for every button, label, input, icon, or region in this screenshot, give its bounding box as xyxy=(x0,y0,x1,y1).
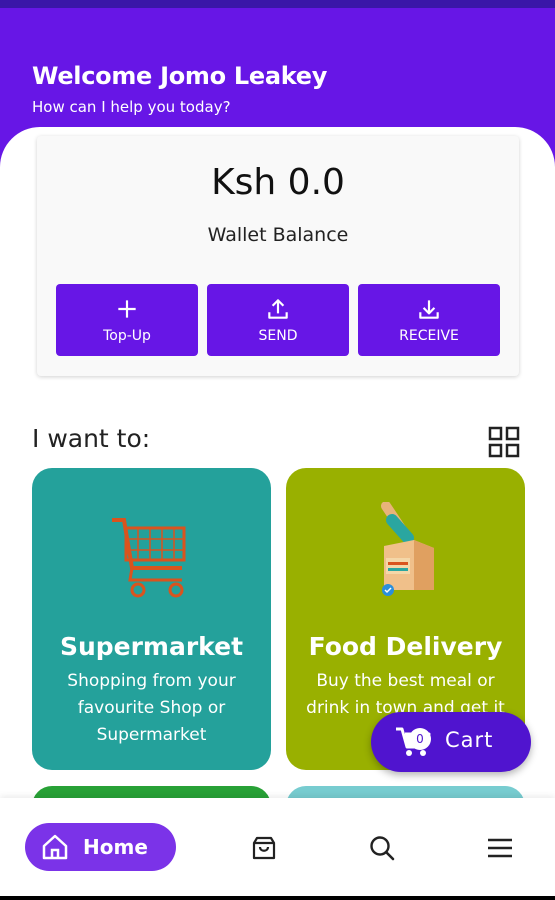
app-screen: Welcome Jomo Leakey How can I help you t… xyxy=(0,0,555,900)
status-bar xyxy=(0,0,555,8)
cart-button[interactable]: 0 Cart xyxy=(371,712,531,772)
food-delivery-title: Food Delivery xyxy=(308,632,503,661)
grid-view-icon[interactable] xyxy=(488,426,520,458)
supermarket-tile[interactable]: Supermarket Shopping from your favourite… xyxy=(32,468,271,770)
wallet-balance-label: Wallet Balance xyxy=(207,224,349,246)
wallet-card: Ksh 0.0 Wallet Balance Top-Up SEND RECEI… xyxy=(37,136,519,376)
download-icon xyxy=(419,300,439,319)
send-label: SEND xyxy=(258,328,298,344)
send-button[interactable]: SEND xyxy=(207,284,349,356)
upload-icon xyxy=(268,299,288,319)
home-icon xyxy=(42,834,68,860)
welcome-title: Welcome Jomo Leakey xyxy=(32,62,328,90)
welcome-subtitle: How can I help you today? xyxy=(32,98,231,116)
nav-home-label: Home xyxy=(83,835,148,859)
top-up-label: Top-Up xyxy=(103,328,151,344)
system-bar xyxy=(0,896,555,900)
top-up-button[interactable]: Top-Up xyxy=(56,284,198,356)
cart-count-badge: 0 xyxy=(409,728,431,750)
receive-button[interactable]: RECEIVE xyxy=(358,284,500,356)
nav-home[interactable]: Home xyxy=(25,823,176,871)
plus-icon xyxy=(118,300,136,318)
cart-label: Cart xyxy=(445,728,494,752)
services-heading: I want to: xyxy=(32,424,151,453)
wallet-balance: Ksh 0.0 xyxy=(211,162,345,203)
receive-label: RECEIVE xyxy=(399,328,459,344)
food-bag-icon xyxy=(381,502,434,596)
search-icon[interactable] xyxy=(368,834,396,862)
supermarket-title: Supermarket xyxy=(59,632,244,661)
menu-icon[interactable] xyxy=(486,834,514,862)
bottom-navigation: Home xyxy=(0,798,555,896)
shopping-cart-icon xyxy=(112,518,186,598)
bag-icon[interactable] xyxy=(250,834,278,862)
supermarket-description: Shopping from your favourite Shop or Sup… xyxy=(67,671,236,745)
